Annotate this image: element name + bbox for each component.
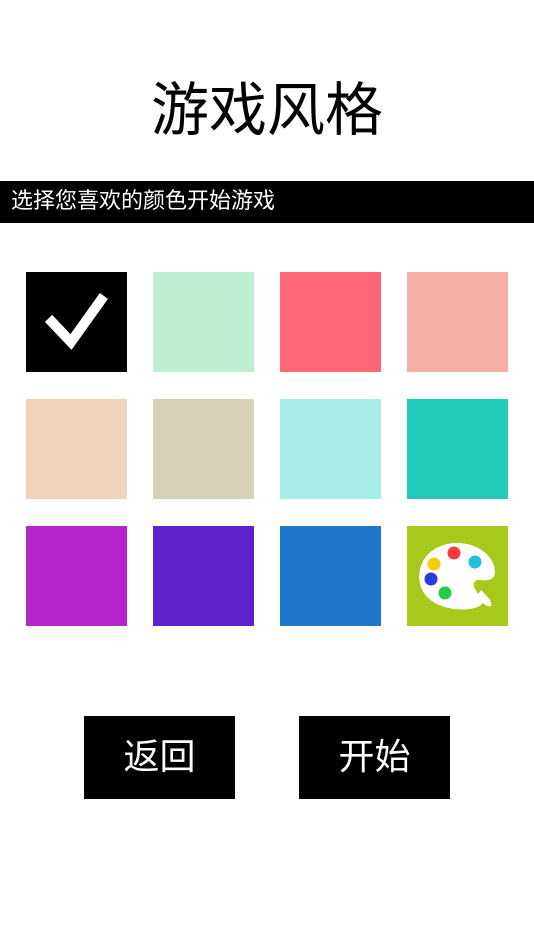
- paint-palette-icon: [419, 542, 495, 610]
- color-swatch-violet[interactable]: [153, 526, 254, 626]
- subtitle-bar: 选择您喜欢的颜色开始游戏: [0, 181, 534, 223]
- color-swatch-grid: [26, 272, 508, 627]
- color-swatch-blue[interactable]: [280, 526, 381, 626]
- color-swatch-magenta[interactable]: [26, 526, 127, 626]
- color-swatch-teal[interactable]: [407, 399, 508, 499]
- color-swatch-aqua[interactable]: [280, 399, 381, 499]
- color-swatch-mint[interactable]: [153, 272, 254, 372]
- color-swatch-salmon[interactable]: [407, 272, 508, 372]
- page-title: 游戏风格: [150, 76, 383, 144]
- back-button[interactable]: 返回: [84, 716, 235, 799]
- color-swatch-peach[interactable]: [26, 399, 127, 499]
- custom-color-button[interactable]: [407, 526, 508, 626]
- check-icon: [44, 293, 108, 350]
- color-swatch-black[interactable]: [26, 272, 127, 372]
- color-swatch-coral-red[interactable]: [280, 272, 381, 372]
- start-button[interactable]: 开始: [299, 716, 450, 799]
- subtitle-text: 选择您喜欢的颜色开始游戏: [11, 189, 276, 214]
- color-swatch-khaki[interactable]: [153, 399, 254, 499]
